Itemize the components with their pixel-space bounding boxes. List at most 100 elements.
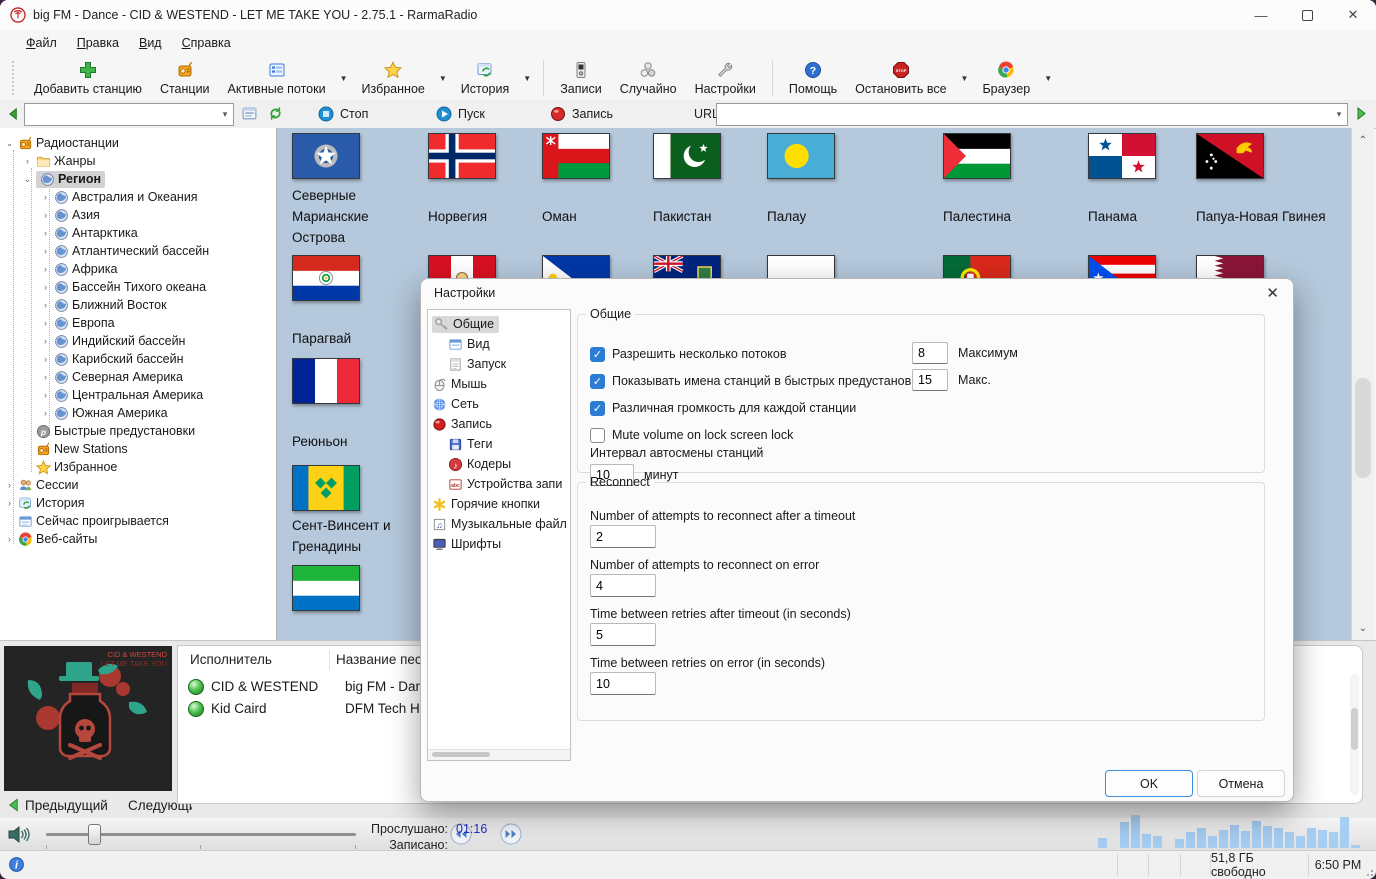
reconnect-field[interactable]	[590, 574, 656, 597]
reconnect-field[interactable]	[590, 525, 656, 548]
chevron-right-icon[interactable]: ›	[40, 246, 51, 256]
sidebar-item-south-america[interactable]: › Южная Америка	[40, 404, 168, 422]
chevron-right-icon[interactable]: ›	[40, 318, 51, 328]
sidebar-item-genres[interactable]: › Жанры	[22, 152, 95, 170]
browser-button[interactable]: Браузер	[973, 56, 1039, 100]
favorites-dropdown[interactable]: ▼	[434, 74, 452, 83]
sidebar-item-central-america[interactable]: › Центральная Америка	[40, 386, 203, 404]
chevron-right-icon[interactable]: ›	[40, 264, 51, 274]
scrollbar-thumb[interactable]	[432, 752, 490, 757]
station-combo[interactable]: ▾	[24, 103, 234, 126]
checkbox[interactable]	[590, 427, 605, 443]
chevron-right-icon[interactable]: ›	[40, 192, 51, 202]
menu-файл[interactable]: Файл	[16, 33, 67, 53]
checkbox[interactable]: ✓	[590, 373, 605, 389]
stations-button[interactable]: Станции	[151, 56, 219, 100]
stations-scrollbar[interactable]: ⌃ ⌄	[1351, 128, 1374, 640]
forward-button[interactable]	[500, 823, 522, 845]
sidebar-item-antarctica[interactable]: › Антарктика	[40, 224, 138, 242]
settings-tree-item-fonts[interactable]: Шрифты	[432, 534, 501, 554]
chevron-right-icon[interactable]: ›	[22, 156, 33, 166]
settings-tree-item-music-files[interactable]: ♫ Музыкальные файл	[432, 514, 567, 534]
sidebar-item-region[interactable]: ⌄ Регион	[22, 170, 106, 188]
back-arrow-icon[interactable]	[2, 103, 24, 124]
settings-tree-item-mouse[interactable]: Мышь	[432, 374, 487, 394]
sidebar-item-websites[interactable]: › Веб-сайты	[4, 530, 97, 548]
minimize-button[interactable]: —	[1238, 0, 1284, 30]
menu-вид[interactable]: Вид	[129, 33, 172, 53]
previous-button[interactable]: Предыдущий	[2, 793, 118, 817]
maximize-button[interactable]	[1284, 0, 1330, 30]
add-station-button[interactable]: Добавить станцию	[25, 56, 151, 100]
chevron-right-icon[interactable]: ›	[40, 390, 51, 400]
settings-tree-item-general[interactable]: Общие	[432, 314, 500, 334]
sidebar-item-asia[interactable]: › Азия	[40, 206, 100, 224]
chevron-right-icon[interactable]: ›	[4, 534, 15, 544]
number-field[interactable]	[912, 369, 948, 391]
reconnect-field[interactable]	[590, 672, 656, 695]
sidebar-item-middle-east[interactable]: › Ближний Восток	[40, 296, 167, 314]
record-button[interactable]: > Запись	[550, 102, 613, 126]
volume-slider-thumb[interactable]	[88, 824, 101, 845]
close-button[interactable]: ✕	[1330, 0, 1376, 30]
scroll-up-icon[interactable]: ⌃	[1352, 130, 1374, 150]
chevron-right-icon[interactable]: ›	[40, 210, 51, 220]
chevron-right-icon[interactable]: ›	[4, 498, 15, 508]
help-button[interactable]: ? Помощь	[780, 56, 846, 100]
chevron-right-icon[interactable]: ›	[4, 480, 15, 490]
url-combo[interactable]: ▾	[716, 103, 1348, 126]
url-input[interactable]	[717, 104, 1331, 125]
settings-tree-item-view[interactable]: Вид	[448, 334, 490, 354]
play-button[interactable]: > Пуск	[436, 102, 485, 126]
sidebar-item-australia-oceania[interactable]: › Австралия и Океания	[40, 188, 198, 206]
settings-tree-item-hotkeys[interactable]: Горячие кнопки	[432, 494, 540, 514]
chevron-right-icon[interactable]: ›	[40, 408, 51, 418]
dialog-close-icon[interactable]: ✕	[1266, 284, 1279, 302]
settings-tree-item-record-devices[interactable]: abc Устройства запи	[448, 474, 562, 494]
menu-справка[interactable]: Справка	[172, 33, 241, 53]
active-streams-button[interactable]: Активные потоки	[219, 56, 335, 100]
sidebar-item-north-america[interactable]: › Северная Америка	[40, 368, 183, 386]
chevron-down-icon[interactable]: ▾	[217, 109, 233, 120]
favorites-button[interactable]: Избранное	[353, 56, 434, 100]
cancel-button[interactable]: Отмена	[1197, 770, 1285, 797]
stop-all-dropdown[interactable]: ▼	[956, 74, 974, 83]
recordings-button[interactable]: Записи	[551, 56, 611, 100]
sidebar-item-europe[interactable]: › Европа	[40, 314, 115, 332]
settings-button[interactable]: Настройки	[686, 56, 765, 100]
settings-tree-item-coders[interactable]: ♪ Кодеры	[448, 454, 511, 474]
sidebar-item-now-playing[interactable]: Сейчас проигрывается	[4, 512, 169, 530]
settings-tree-item-network[interactable]: Сеть	[432, 394, 479, 414]
settings-tree-hscrollbar[interactable]	[428, 749, 570, 760]
menu-правка[interactable]: Правка	[67, 33, 129, 53]
settings-tree-item-startup[interactable]: Запуск	[448, 354, 506, 374]
chevron-right-icon[interactable]: ›	[40, 228, 51, 238]
sidebar-item-indian[interactable]: › Индийский бассейн	[40, 332, 185, 350]
random-button[interactable]: Случайно	[611, 56, 686, 100]
checkbox[interactable]: ✓	[590, 346, 605, 362]
sidebar-item-quick-presets[interactable]: p Быстрые предустановки	[22, 422, 195, 440]
chevron-right-icon[interactable]: ›	[40, 372, 51, 382]
active-streams-dropdown[interactable]: ▼	[335, 74, 353, 83]
sidebar-item-africa[interactable]: › Африка	[40, 260, 117, 278]
stop-all-button[interactable]: STOP Остановить все	[846, 56, 955, 100]
stop-button[interactable]: > Стоп	[318, 102, 368, 126]
scrollbar-thumb[interactable]	[1351, 708, 1358, 750]
sidebar-item-pacific[interactable]: › Бассейн Тихого океана	[40, 278, 206, 296]
sidebar-item-caribbean[interactable]: › Карибский бассейн	[40, 350, 184, 368]
settings-tree-item-tags[interactable]: Теги	[448, 434, 492, 454]
chevron-right-icon[interactable]: ›	[40, 336, 51, 346]
sidebar-item-history[interactable]: › История	[4, 494, 84, 512]
number-field[interactable]	[912, 342, 948, 364]
refresh-button[interactable]	[264, 103, 286, 124]
checkbox[interactable]: ✓	[590, 400, 605, 416]
ok-button[interactable]: OK	[1105, 770, 1193, 797]
chevron-right-icon[interactable]: ›	[40, 300, 51, 310]
scrollbar-thumb[interactable]	[1355, 378, 1371, 478]
scroll-down-icon[interactable]: ⌄	[1352, 618, 1374, 638]
history-button[interactable]: История	[452, 56, 518, 100]
sidebar-item-new-stations[interactable]: New Stations	[22, 440, 128, 458]
go-arrow-icon[interactable]	[1350, 103, 1372, 124]
history-dropdown[interactable]: ▼	[518, 74, 536, 83]
station-list-button[interactable]	[238, 103, 260, 124]
